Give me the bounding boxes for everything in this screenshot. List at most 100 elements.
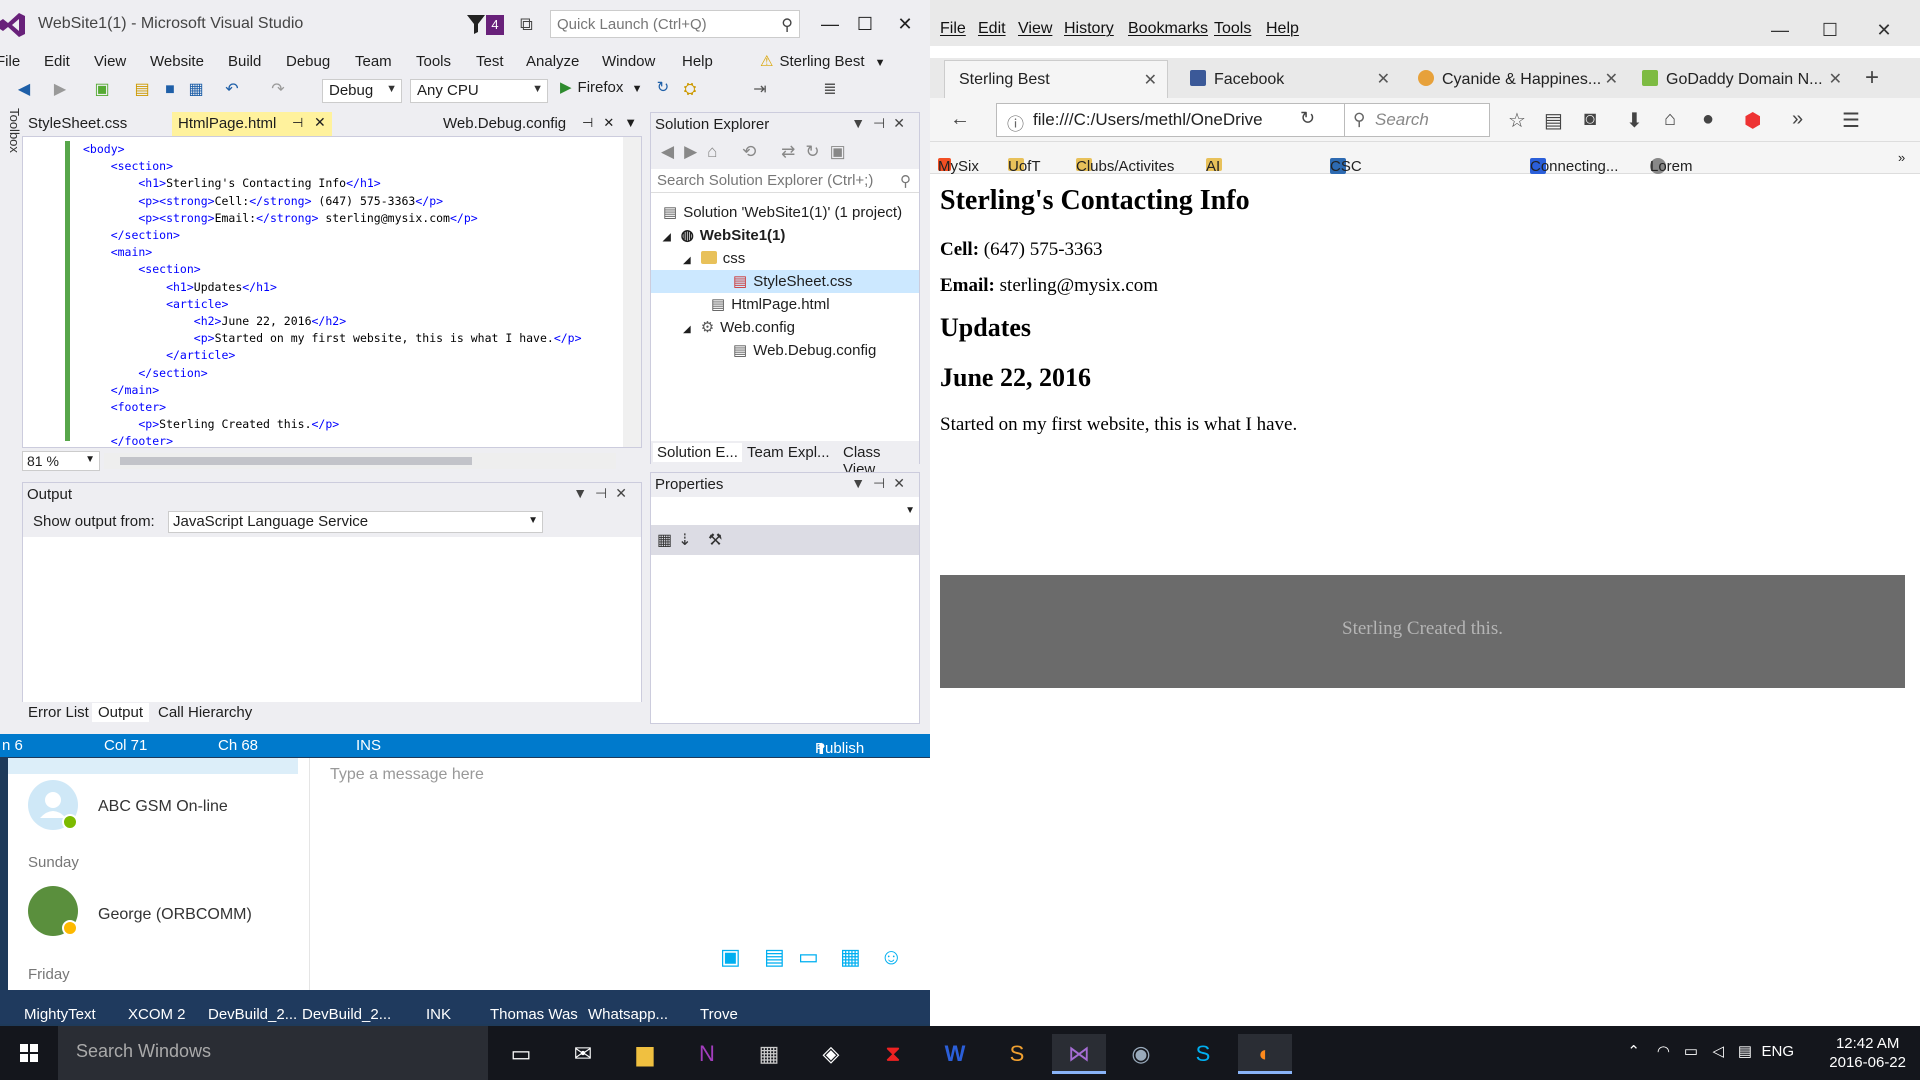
close-button[interactable]: ✕: [1864, 16, 1904, 44]
tab-sterling-best[interactable]: Sterling Best ✕: [944, 60, 1168, 98]
menu-file[interactable]: File: [940, 20, 966, 38]
panel-controls-icon[interactable]: ▼⊣✕: [851, 475, 913, 492]
start-button[interactable]: [0, 1026, 58, 1080]
sublime-text-icon[interactable]: S: [990, 1034, 1044, 1074]
new-project-icon[interactable]: ▣: [92, 80, 112, 100]
home-icon[interactable]: ⌂: [1664, 108, 1676, 131]
back-icon[interactable]: ←: [950, 108, 970, 131]
save-all-icon[interactable]: ▦: [186, 80, 206, 100]
pocket-icon[interactable]: ◙: [1584, 108, 1596, 131]
forward-icon[interactable]: ▶: [50, 80, 70, 100]
save-icon[interactable]: ■: [160, 80, 180, 100]
tree-project[interactable]: ◢ ◍ WebSite1(1): [663, 224, 785, 247]
undo-icon[interactable]: ↶: [222, 80, 242, 100]
tab-web-debug-config[interactable]: Web.Debug.config: [437, 112, 572, 136]
step-icon[interactable]: ⇥: [750, 80, 770, 100]
back-icon[interactable]: ◀: [14, 80, 34, 100]
tab-stylesheet-css[interactable]: StyleSheet.css: [22, 112, 133, 136]
menu-team[interactable]: Team: [355, 53, 392, 70]
tree-file-stylesheet[interactable]: ▤ StyleSheet.css: [651, 270, 919, 293]
menu-tools[interactable]: Tools: [1214, 20, 1251, 38]
account-menu[interactable]: ⚠ Sterling Best ▼: [760, 52, 886, 70]
message-input[interactable]: Type a message here: [330, 766, 484, 784]
avatar[interactable]: [28, 886, 78, 936]
shortcut-devbuild-1[interactable]: DevBuild_2...: [208, 1006, 297, 1023]
tab-solution-explorer[interactable]: Solution E...: [653, 443, 742, 462]
chevron-down-icon[interactable]: ▼: [905, 505, 915, 516]
solution-search-input[interactable]: Search Solution Explorer (Ctrl+;) ⚲: [651, 169, 919, 193]
open-file-icon[interactable]: ▤: [132, 80, 152, 100]
firefox-icon[interactable]: ◐: [1238, 1034, 1292, 1074]
onenote-icon[interactable]: N: [680, 1034, 734, 1074]
tab-team-explorer[interactable]: Team Expl...: [743, 443, 834, 462]
minimize-button[interactable]: —: [810, 10, 850, 38]
chat-bubble-icon[interactable]: ●: [1702, 108, 1714, 131]
menu-edit[interactable]: Edit: [978, 20, 1006, 38]
nav-tools-icon[interactable]: ◀▶⌂ ⟲ ⇄↻▣: [661, 142, 856, 162]
close-tab-icon[interactable]: ✕: [1829, 69, 1842, 89]
search-bar[interactable]: ⚲ Search: [1344, 103, 1490, 137]
emoticon-icon[interactable]: ☺: [880, 944, 902, 970]
shortcut-mightytext[interactable]: MightyText: [24, 1006, 96, 1023]
tab-cyanide-happiness[interactable]: Cyanide & Happines... ✕: [1404, 60, 1628, 98]
categorized-sort-icon[interactable]: ▦⇣ ⚒: [657, 530, 728, 550]
tree-solution[interactable]: ▤ Solution 'WebSite1(1)' (1 project): [663, 201, 902, 224]
menu-tools[interactable]: Tools: [416, 53, 451, 70]
start-debugging-button[interactable]: ▶ Firefox ▼ ↻: [560, 78, 669, 96]
close-tab-icon[interactable]: ✕: [1605, 69, 1618, 89]
language-indicator[interactable]: ENG: [1761, 1043, 1794, 1060]
task-view-icon[interactable]: ▭: [494, 1034, 548, 1074]
maximize-button[interactable]: ☐: [1810, 16, 1850, 44]
menu-bookmarks[interactable]: Bookmarks: [1128, 20, 1208, 38]
panel-controls-icon[interactable]: ▼⊣✕: [573, 485, 635, 502]
unity-icon[interactable]: ◈: [804, 1034, 858, 1074]
editor-vertical-scrollbar[interactable]: [623, 137, 641, 447]
reload-icon[interactable]: ↻: [1300, 108, 1315, 129]
file-explorer-icon[interactable]: ▆: [618, 1034, 672, 1074]
send-file-icon[interactable]: ▣: [720, 944, 741, 970]
minimize-button[interactable]: —: [1760, 16, 1800, 44]
maximize-button[interactable]: ☐: [845, 10, 885, 38]
contact-card-icon[interactable]: ▦: [840, 944, 861, 970]
video-message-icon[interactable]: ▭: [798, 944, 819, 970]
menu-website[interactable]: Website: [150, 53, 204, 70]
menu-test[interactable]: Test: [476, 53, 504, 70]
shortcut-whatsapp[interactable]: Whatsapp...: [588, 1006, 668, 1023]
windows-search-box[interactable]: Search Windows: [58, 1026, 488, 1080]
menu-help[interactable]: Help: [682, 53, 713, 70]
solution-configuration-select[interactable]: Debug ▼: [322, 79, 402, 103]
wifi-icon[interactable]: ◠: [1657, 1042, 1670, 1060]
tab-error-list[interactable]: Error List: [22, 703, 95, 722]
menu-file[interactable]: File: [0, 53, 20, 70]
close-tab-icon[interactable]: ✕: [1144, 70, 1157, 90]
clock[interactable]: 12:42 AM 2016-06-22: [1829, 1034, 1906, 1072]
menu-build[interactable]: Build: [228, 53, 261, 70]
visual-studio-icon[interactable]: ⋈: [1052, 1034, 1106, 1074]
shortcut-thomas-was[interactable]: Thomas Was: [490, 1006, 578, 1023]
browser-link-icon[interactable]: ⛭: [680, 80, 700, 100]
tree-folder-css[interactable]: ◢ css: [683, 247, 745, 270]
acrobat-icon[interactable]: ⧗: [866, 1034, 920, 1074]
tree-file-htmlpage[interactable]: ▤ HtmlPage.html: [711, 293, 830, 316]
download-icon[interactable]: ⬇: [1626, 108, 1643, 133]
menu-edit[interactable]: Edit: [44, 53, 70, 70]
action-center-icon[interactable]: ▤: [1738, 1042, 1752, 1060]
mail-icon[interactable]: ✉: [556, 1034, 610, 1074]
scroll-thumb[interactable]: [120, 457, 472, 465]
redo-icon[interactable]: ↷: [268, 80, 288, 100]
code-editor[interactable]: <body> <section> <h1>Sterling's Contacti…: [22, 136, 642, 448]
notifications-button[interactable]: 4: [466, 13, 506, 37]
menu-debug[interactable]: Debug: [286, 53, 330, 70]
menu-help[interactable]: Help: [1266, 20, 1299, 38]
skype-icon[interactable]: S: [1176, 1034, 1230, 1074]
tab-htmlpage-html[interactable]: HtmlPage.html ⊣ ✕: [172, 112, 332, 136]
avatar[interactable]: [28, 780, 78, 830]
contact-name[interactable]: George (ORBCOMM): [98, 906, 252, 924]
volume-icon[interactable]: ◁: [1712, 1042, 1724, 1060]
close-tab-icon[interactable]: ✕: [314, 114, 326, 131]
tab-godaddy[interactable]: GoDaddy Domain N... ✕: [1628, 60, 1852, 98]
contact-name[interactable]: ABC GSM On-line: [98, 798, 228, 816]
menu-history[interactable]: History: [1064, 20, 1114, 38]
bookmarks-overflow-icon[interactable]: »: [1898, 150, 1905, 165]
word-icon[interactable]: W: [928, 1034, 982, 1074]
